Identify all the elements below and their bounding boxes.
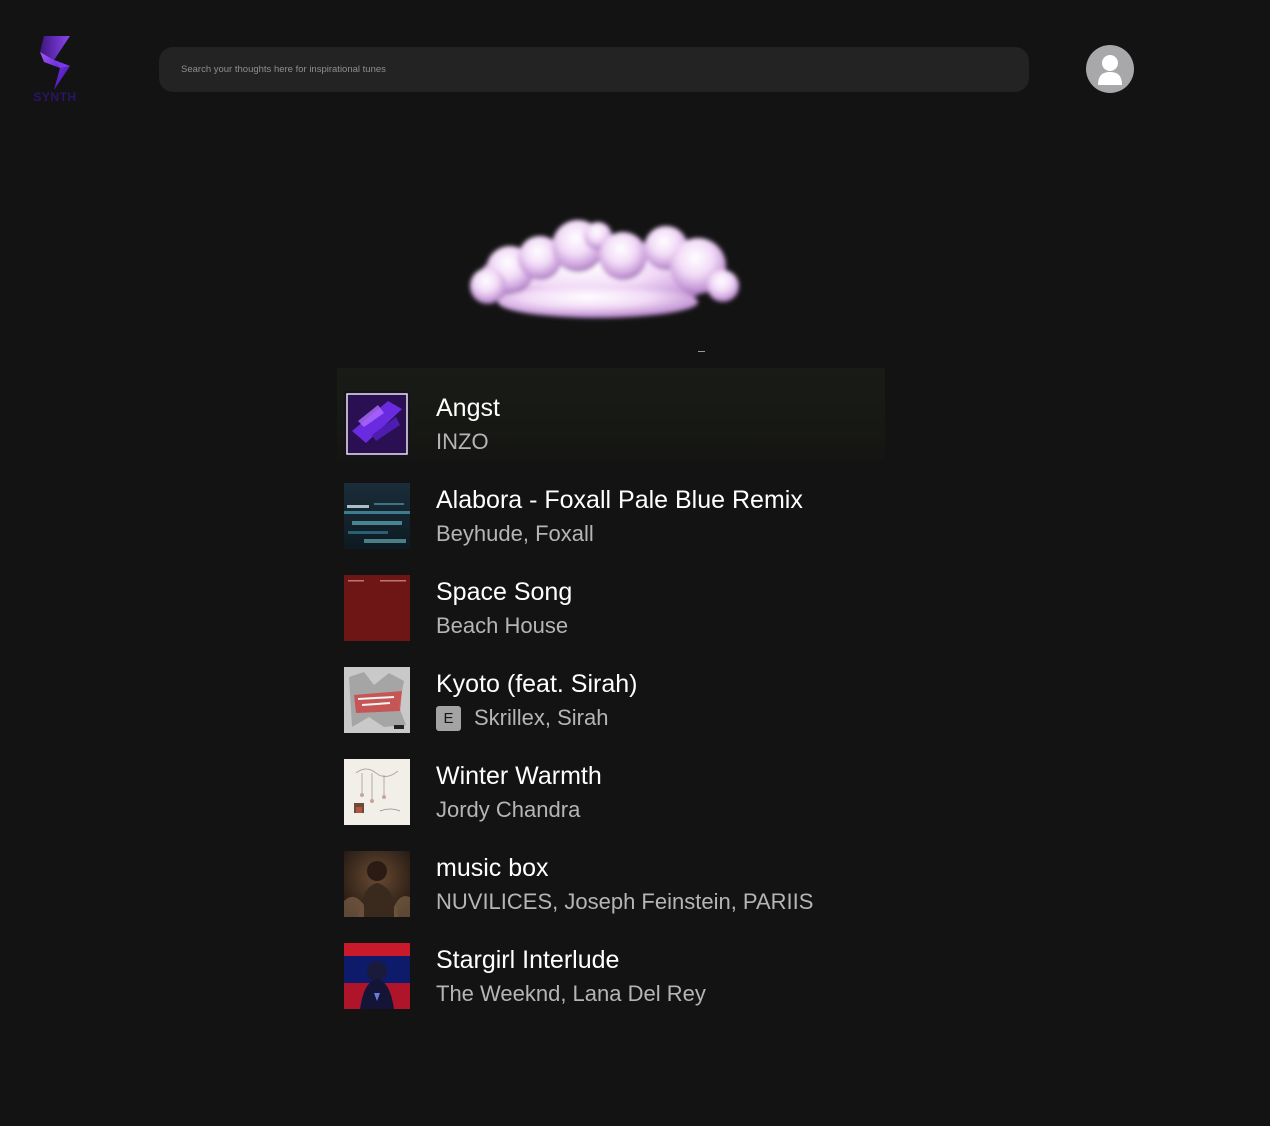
track-artist-line: NUVILICES, Joseph Feinstein, PARIIS bbox=[436, 886, 813, 918]
logo-text: SYNTH bbox=[33, 90, 77, 104]
album-art bbox=[344, 759, 410, 825]
track-artist-line: The Weeknd, Lana Del Rey bbox=[436, 978, 706, 1010]
track-title: Alabora - Foxall Pale Blue Remix bbox=[436, 486, 803, 514]
album-art bbox=[344, 391, 410, 457]
track-title: Stargirl Interlude bbox=[436, 946, 620, 974]
track-row[interactable]: music box NUVILICES, Joseph Feinstein, P… bbox=[337, 828, 885, 920]
track-row[interactable]: Angst INZO bbox=[337, 368, 885, 460]
track-artist: Skrillex, Sirah bbox=[474, 705, 609, 730]
track-artist-line: E Skrillex, Sirah bbox=[436, 702, 608, 734]
track-artist: NUVILICES, Joseph Feinstein, PARIIS bbox=[436, 889, 814, 914]
album-art bbox=[344, 483, 410, 549]
track-title: Angst bbox=[436, 394, 500, 422]
track-row[interactable]: Winter Warmth Jordy Chandra bbox=[337, 736, 885, 828]
track-artist-line: Beach House bbox=[436, 610, 568, 642]
track-artist-line: Beyhude, Foxall bbox=[436, 518, 594, 550]
search-bar[interactable] bbox=[159, 47, 1029, 92]
track-artist: INZO bbox=[436, 429, 489, 454]
track-title: Kyoto (feat. Sirah) bbox=[436, 670, 638, 698]
track-row[interactable]: Kyoto (feat. Sirah) E Skrillex, Sirah bbox=[337, 644, 885, 736]
album-art bbox=[344, 575, 410, 641]
track-artist-line: INZO bbox=[436, 426, 489, 458]
track-title: Winter Warmth bbox=[436, 762, 602, 790]
track-title: music box bbox=[436, 854, 549, 882]
album-art bbox=[344, 851, 410, 917]
track-row[interactable]: Stargirl Interlude The Weeknd, Lana Del … bbox=[337, 920, 885, 1012]
user-icon bbox=[1098, 55, 1122, 85]
track-artist: Jordy Chandra bbox=[436, 797, 581, 822]
track-list: Angst INZO Alabora - Foxall Pale Blue Re… bbox=[337, 368, 885, 1012]
track-row[interactable]: Alabora - Foxall Pale Blue Remix Beyhude… bbox=[337, 460, 885, 552]
track-row[interactable]: Space Song Beach House bbox=[337, 552, 885, 644]
search-input[interactable] bbox=[159, 47, 1029, 92]
album-art bbox=[344, 667, 410, 733]
track-title: Space Song bbox=[436, 578, 573, 606]
divider-mark bbox=[698, 351, 705, 352]
cloud-illustration bbox=[448, 214, 748, 330]
explicit-badge: E bbox=[436, 705, 461, 731]
track-artist: Beyhude, Foxall bbox=[436, 521, 594, 546]
track-artist: The Weeknd, Lana Del Rey bbox=[436, 981, 706, 1006]
track-artist-line: Jordy Chandra bbox=[436, 794, 580, 826]
album-art bbox=[344, 943, 410, 1009]
track-artist: Beach House bbox=[436, 613, 569, 638]
profile-avatar[interactable] bbox=[1086, 45, 1134, 93]
synth-logo[interactable]: SYNTH bbox=[28, 32, 82, 108]
lightning-s-icon bbox=[40, 36, 70, 90]
